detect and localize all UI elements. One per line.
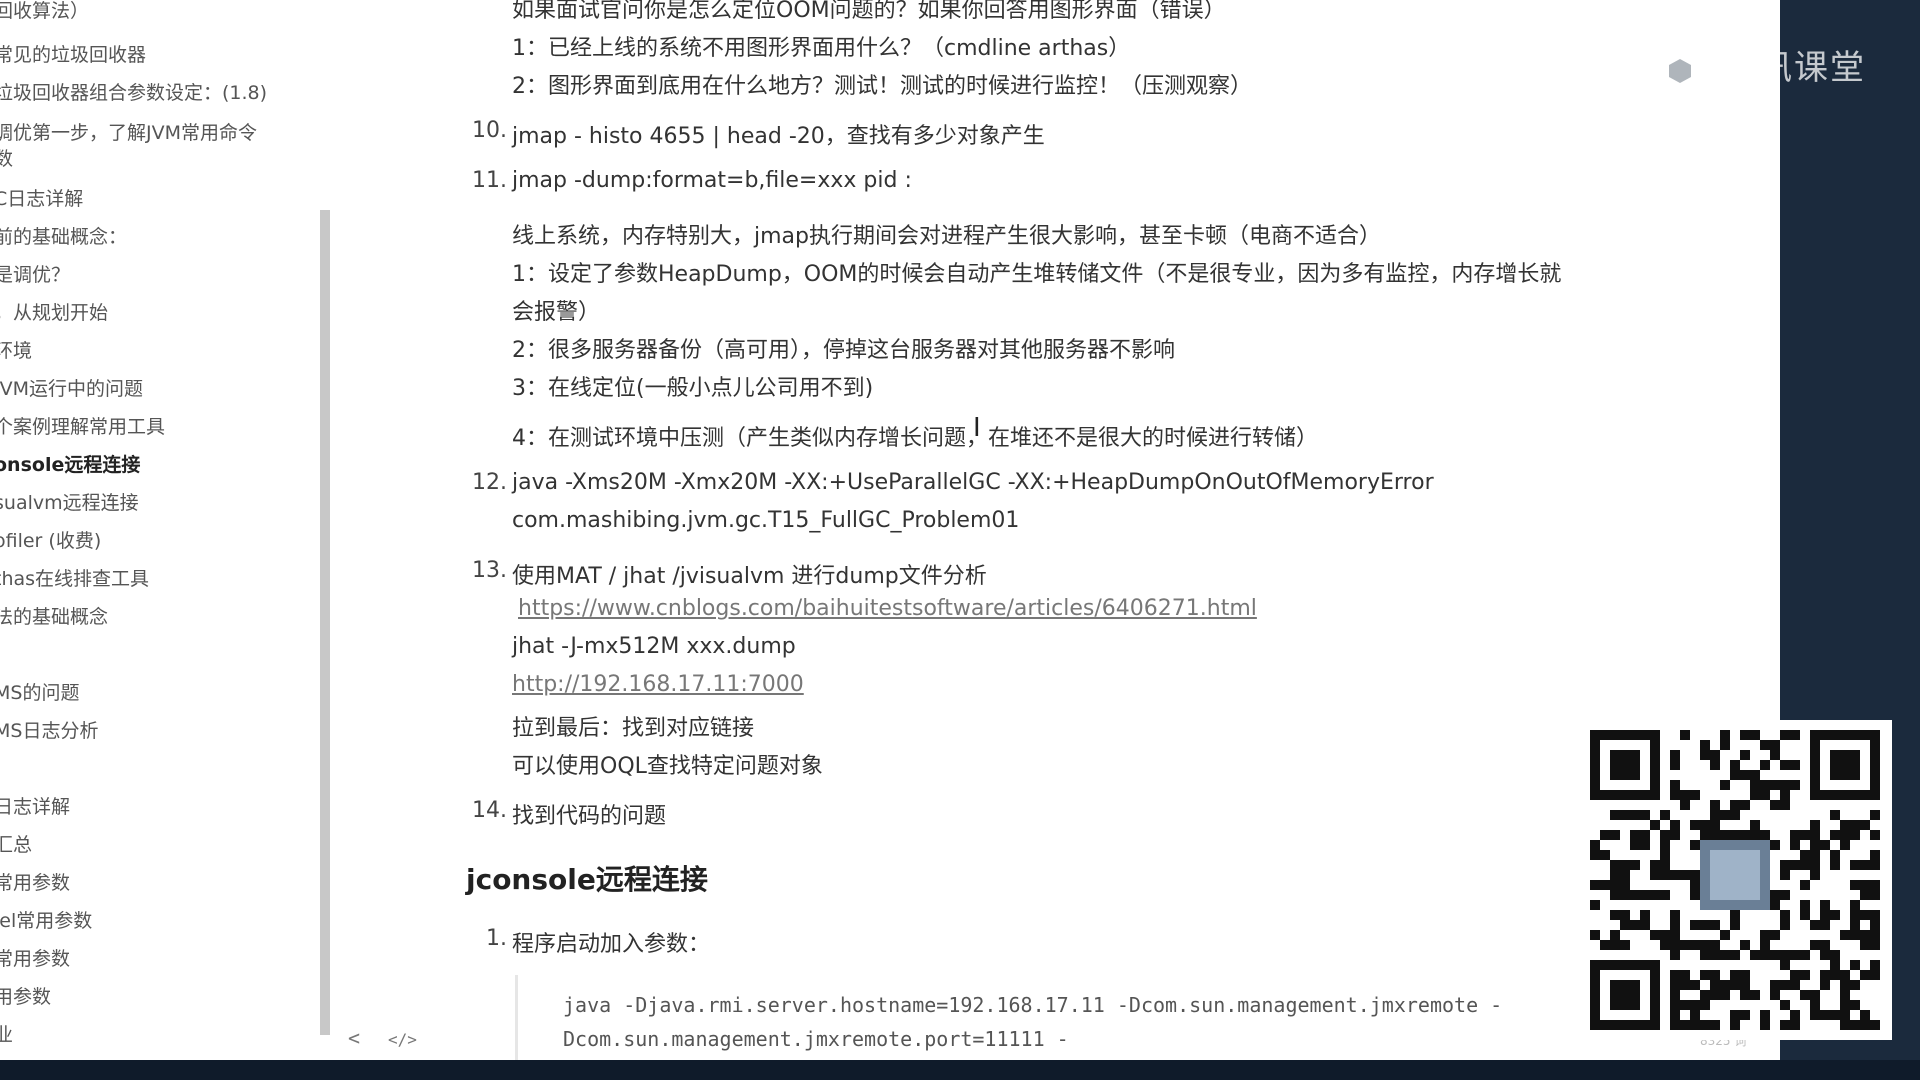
- watermark-text: 腾讯课堂: [1722, 48, 1866, 88]
- list-item: java -Xms20M -Xmx20M -XX:+UseParallelGC …: [512, 470, 1434, 495]
- sub-item: 2：图形界面到底用在什么地方？测试！测试的时候进行监控！（压测观察）: [512, 74, 1252, 99]
- list-number: 10.: [472, 118, 507, 143]
- paragraph: 2：很多服务器备份（高可用），停掉这台服务器对其他服务器不影响: [512, 338, 1175, 363]
- outline-item[interactable]: 汇总: [0, 830, 32, 857]
- paragraph: jhat -J-mx512M xxx.dump: [512, 634, 796, 659]
- paragraph: 4：在测试环境中压测（产生类似内存增长问题，在堆还不是很大的时候进行转储）: [512, 426, 1318, 451]
- outline-item[interactable]: 调优第一步，了解JVM常用命令: [0, 118, 257, 145]
- outline-item[interactable]: 法的基础概念: [0, 602, 108, 629]
- outline-item[interactable]: thas在线排查工具: [0, 564, 149, 591]
- outline-item[interactable]: C日志详解: [0, 184, 83, 211]
- paragraph: 1：设定了参数HeapDump，OOM的时候会自动产生堆转储文件（不是很专业，因…: [512, 262, 1562, 287]
- text-cursor: I: [973, 413, 981, 443]
- tencent-classroom-logo-icon: [1659, 48, 1701, 93]
- outline-item[interactable]: ，从规划开始: [0, 298, 108, 325]
- list-item: 程序启动加入参数：: [512, 932, 711, 957]
- outline-item[interactable]: 环境: [0, 336, 32, 363]
- back-icon[interactable]: <: [348, 1026, 360, 1050]
- outline-item[interactable]: 个案例理解常用工具: [0, 412, 165, 439]
- list-number: 11.: [472, 168, 507, 193]
- code-line: java -Djava.rmi.server.hostname=192.168.…: [563, 993, 1503, 1017]
- outline-item[interactable]: 垃圾回收器组合参数设定：(1.8): [0, 78, 267, 105]
- paragraph: 会报警）: [512, 300, 601, 325]
- outline-item[interactable]: onsole远程连接: [0, 450, 140, 477]
- bottom-frame: [0, 1060, 1920, 1080]
- paragraph: com.mashibing.jvm.gc.T15_FullGC_Problem0…: [512, 508, 1020, 533]
- section-heading: jconsole远程连接: [466, 863, 708, 896]
- outline-item[interactable]: 常用参数: [0, 944, 70, 971]
- outline-scrollbar[interactable]: [320, 210, 330, 1035]
- list-item: jmap -dump:format=b,file=xxx pid :: [512, 168, 912, 193]
- qr-code: [1580, 720, 1892, 1040]
- outline-item[interactable]: ofiler (收费): [0, 526, 101, 553]
- cnblogs-link[interactable]: https://www.cnblogs.com/baihuitestsoftwa…: [518, 596, 1257, 621]
- source-code-icon[interactable]: </>: [388, 1030, 417, 1049]
- outline-item[interactable]: 常用参数: [0, 868, 70, 895]
- outline-item[interactable]: 是调优？: [0, 260, 70, 287]
- paragraph-top-cut: 如果面试官问你是怎么定位OOM问题的？如果你回答用图形界面（错误）: [512, 0, 1226, 23]
- outline-item[interactable]: MS日志分析: [0, 716, 98, 743]
- paragraph: 线上系统，内存特别大，jmap执行期间会对进程产生很大影响，甚至卡顿（电商不适合…: [512, 224, 1381, 249]
- outline-footer: < </>: [0, 1020, 420, 1060]
- sub-item: 1：已经上线的系统不用图形界面用什么？（cmdline arthas）: [512, 36, 1131, 61]
- list-item: jmap - histo 4655 | head -20，查找有多少对象产生: [512, 124, 1045, 149]
- list-number: 14.: [472, 798, 507, 823]
- outline-sidebar: 回收算法） 常见的垃圾回收器垃圾回收器组合参数设定：(1.8) 调优第一步，了解JV…: [0, 0, 330, 1060]
- outline-item[interactable]: 数: [0, 144, 13, 171]
- paragraph: 可以使用OQL查找特定问题对象: [512, 754, 823, 779]
- list-item: 使用MAT / jhat /jvisualvm 进行dump文件分析: [512, 564, 987, 589]
- outline-item[interactable]: MS的问题: [0, 678, 79, 705]
- outline-item[interactable]: JVM运行中的问题: [0, 374, 143, 401]
- outline-item[interactable]: 用参数: [0, 982, 51, 1009]
- outline-item[interactable]: 常见的垃圾回收器: [0, 40, 146, 67]
- outline-item[interactable]: 前的基础概念：: [0, 222, 127, 249]
- outline-item[interactable]: lel常用参数: [0, 906, 92, 933]
- list-number: 13.: [472, 558, 507, 583]
- paragraph: 3：在线定位(一般小点儿公司用不到): [512, 376, 874, 401]
- paragraph: 拉到最后：找到对应链接: [512, 716, 755, 741]
- outline-item[interactable]: 回收算法）: [0, 0, 89, 23]
- code-block[interactable]: java -Djava.rmi.server.hostname=192.168.…: [515, 975, 1763, 1060]
- list-number: 1.: [486, 926, 507, 951]
- outline-item[interactable]: sualvm远程连接: [0, 488, 139, 515]
- typora-window: 回收算法） 常见的垃圾回收器垃圾回收器组合参数设定：(1.8) 调优第一步，了解JV…: [0, 0, 1780, 1060]
- list-item: 找到代码的问题: [512, 804, 667, 829]
- outline-item[interactable]: 日志详解: [0, 792, 70, 819]
- local-server-link[interactable]: http://192.168.17.11:7000: [512, 672, 804, 697]
- list-number: 12.: [472, 470, 507, 495]
- qr-code-icon: [1590, 730, 1880, 1030]
- code-line: Dcom.sun.management.jmxremote.port=11111…: [563, 1027, 1069, 1051]
